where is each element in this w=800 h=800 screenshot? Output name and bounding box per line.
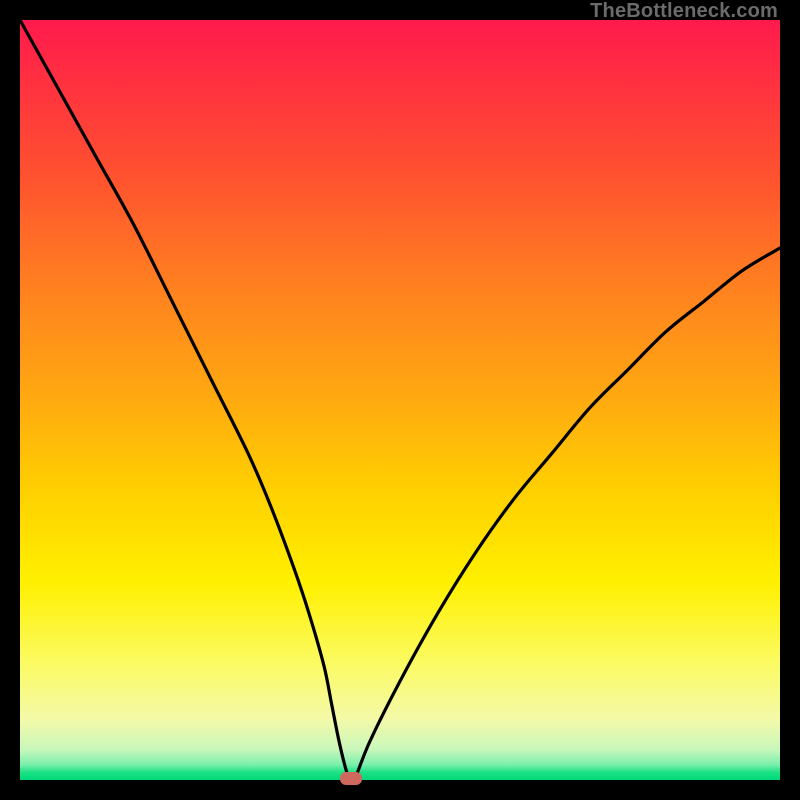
plot-area: [20, 20, 780, 780]
bottleneck-curve: [20, 20, 780, 780]
min-marker: [340, 772, 362, 785]
chart-frame: TheBottleneck.com: [0, 0, 800, 800]
